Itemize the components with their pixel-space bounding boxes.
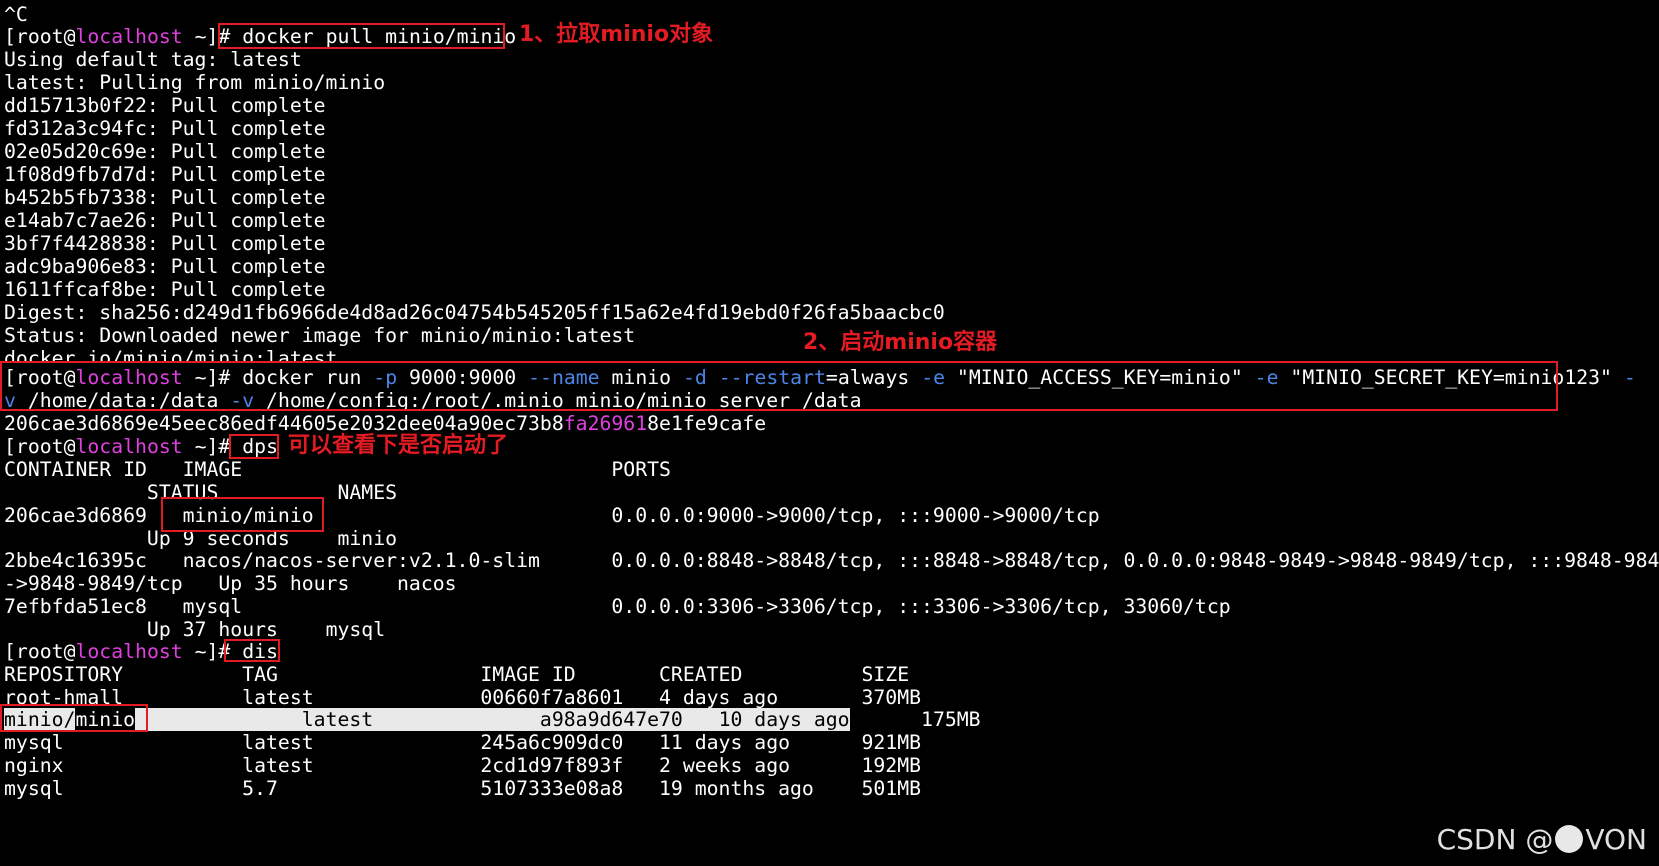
output-line: fd312a3c94fc: Pull complete	[4, 117, 326, 140]
table-row: 2bbe4c16395c nacos/nacos-server:v2.1.0-s…	[4, 549, 1659, 572]
command-continuation: v /home/data:/data -v /home/config:/root…	[4, 389, 862, 412]
output-line: 02e05d20c69e: Pull complete	[4, 140, 326, 163]
table-row: mysql 5.7 5107333e08a8 19 months ago 501…	[4, 777, 922, 800]
prompt-line: [root@localhost ~]# dps	[4, 435, 278, 458]
output-line: Digest: sha256:d249d1fb6966de4d8ad26c047…	[4, 301, 945, 324]
command-pull: docker pull minio/minio	[242, 25, 517, 48]
prompt-user: root	[15, 25, 64, 48]
command-dps: dps	[242, 435, 278, 458]
prompt-close: ]#	[206, 25, 231, 48]
prompt-line: [root@localhost ~]# docker run -p 9000:9…	[4, 366, 1636, 389]
prompt-line: [root@localhost ~]# docker pull minio/mi…	[4, 25, 516, 49]
annotation-pull: 1、拉取minio对象	[519, 22, 714, 47]
output-line: e14ab7c7ae26: Pull complete	[4, 209, 326, 232]
table-header: REPOSITORY TAG IMAGE ID CREATED SIZE	[4, 663, 910, 686]
output-line: Using default tag: latest	[4, 48, 302, 71]
annotation-run: 2、启动minio容器	[803, 330, 998, 355]
prompt-at: @	[63, 25, 76, 48]
terminal-line: ^C	[4, 3, 28, 26]
output-line: dd15713b0f22: Pull complete	[4, 94, 326, 117]
output-line: Status: Downloaded newer image for minio…	[4, 324, 636, 347]
table-row: root-hmall latest 00660f7a8601 4 days ag…	[4, 686, 922, 709]
output-line: b452b5fb7338: Pull complete	[4, 186, 326, 209]
annotation-dps: 可以查看下是否启动了	[288, 433, 509, 458]
table-row: ->9848-9849/tcp Up 35 hours nacos	[4, 572, 457, 595]
avatar-icon	[1555, 825, 1584, 853]
table-header: STATUS NAMES	[75, 481, 398, 504]
output-line: latest: Pulling from minio/minio	[4, 71, 386, 94]
output-line: docker.io/minio/minio:latest	[4, 347, 338, 363]
table-row: 206cae3d6869 minio/minio 0.0.0.0:9000->9…	[4, 504, 1100, 527]
prompt-path: ~	[194, 25, 207, 48]
table-row: 7efbfda51ec8 mysql 0.0.0.0:3306->3306/tc…	[4, 595, 1231, 618]
table-row: Up 9 seconds minio	[75, 527, 398, 550]
output-line: 3bf7f4428838: Pull complete	[4, 232, 326, 255]
table-row-selected[interactable]: minio/minio latest a98a9d647e70 10 days …	[4, 708, 981, 732]
prompt-line: [root@localhost ~]# dis	[4, 640, 278, 663]
watermark: CSDN @ VON	[1436, 823, 1647, 856]
prompt-open: [	[4, 25, 16, 48]
table-header: CONTAINER ID IMAGE PORTS	[4, 458, 671, 481]
table-row: Up 37 hours mysql	[75, 618, 386, 641]
table-row: mysql latest 245a6c909dc0 11 days ago 92…	[4, 731, 922, 754]
command-dis: dis	[242, 640, 278, 663]
prompt-host: localhost	[75, 25, 183, 48]
output-line: adc9ba906e83: Pull complete	[4, 255, 326, 278]
table-row: nginx latest 2cd1d97f893f 2 weeks ago 19…	[4, 754, 922, 777]
output-line: 1611ffcaf8be: Pull complete	[4, 278, 326, 301]
output-line: 1f08d9fb7d7d: Pull complete	[4, 163, 326, 186]
